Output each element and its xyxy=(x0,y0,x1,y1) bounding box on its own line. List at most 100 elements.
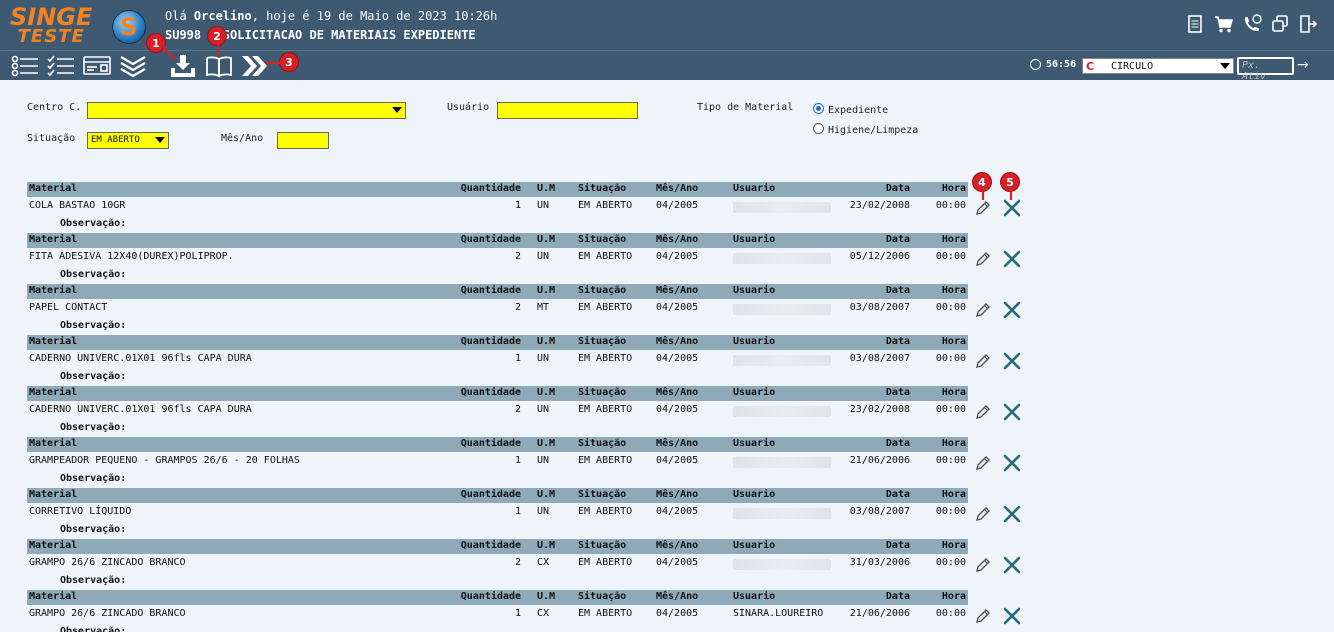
cell-material: CORRETIVO LÍQUIDO xyxy=(29,506,132,517)
delete-x-icon[interactable] xyxy=(1003,403,1021,421)
cell-um: UN xyxy=(537,506,550,517)
cell-quantidade: 1 xyxy=(514,455,521,466)
delete-x-icon[interactable] xyxy=(1003,607,1021,625)
cell-hora: 00:00 xyxy=(935,404,966,415)
table-header: Material Quantidade U.M Situação Mês/Ano… xyxy=(27,437,968,452)
cell-material: GRAMPO 26/6 ZINCADO BRANCO xyxy=(29,557,186,568)
col-mesano: Mês/Ano xyxy=(656,540,699,551)
delete-x-icon[interactable] xyxy=(1003,199,1021,217)
centro-select[interactable] xyxy=(87,102,406,119)
col-hora: Hora xyxy=(941,489,966,500)
col-quantidade: Quantidade xyxy=(460,336,521,347)
table-row: GRAMPO 26/6 ZINCADO BRANCO 1 CX EM ABERT… xyxy=(27,607,968,623)
delete-x-icon[interactable] xyxy=(1003,505,1021,523)
cell-mesano: 04/2005 xyxy=(656,302,699,313)
col-material: Material xyxy=(29,591,78,602)
cell-situacao: EM ABERTO xyxy=(578,302,633,313)
col-material: Material xyxy=(29,336,78,347)
edit-pencil-icon[interactable] xyxy=(974,556,992,574)
edit-pencil-icon[interactable] xyxy=(974,352,992,370)
col-usuario: Usuario xyxy=(733,489,776,500)
col-hora: Hora xyxy=(941,438,966,449)
cell-data: 03/08/2007 xyxy=(849,302,910,313)
table-row: PAPEL CONTACT 2 MT EM ABERTO 04/2005 03/… xyxy=(27,301,968,317)
col-um: U.M xyxy=(537,438,556,449)
col-um: U.M xyxy=(537,540,556,551)
col-mesano: Mês/Ano xyxy=(656,285,699,296)
col-mesano: Mês/Ano xyxy=(656,336,699,347)
go-arrow-icon[interactable]: → xyxy=(1297,57,1309,73)
logo-line2: TESTE xyxy=(17,26,85,47)
cell-um: UN xyxy=(537,200,550,211)
col-mesano: Mês/Ano xyxy=(656,387,699,398)
phone-chat-icon[interactable] xyxy=(1242,14,1262,34)
centro-label: Centro C. xyxy=(27,102,82,113)
cell-mesano: 04/2005 xyxy=(656,200,699,211)
col-data: Data xyxy=(885,591,910,602)
edit-pencil-icon[interactable] xyxy=(974,403,992,421)
cell-data: 03/08/2007 xyxy=(849,506,910,517)
cell-um: UN xyxy=(537,251,550,262)
col-mesano: Mês/Ano xyxy=(656,489,699,500)
col-um: U.M xyxy=(537,336,556,347)
list-view-icon[interactable] xyxy=(10,54,40,78)
cell-mesano: 04/2005 xyxy=(656,455,699,466)
cell-quantidade: 1 xyxy=(514,353,521,364)
chevron-down-icon xyxy=(392,107,402,113)
cell-material: COLA BASTAO 10GR xyxy=(29,200,126,211)
col-usuario: Usuario xyxy=(733,336,776,347)
observacao-label: Observação: xyxy=(60,626,127,632)
company-select[interactable]: C CIRCULO xyxy=(1082,58,1234,74)
cell-material: PAPEL CONTACT xyxy=(29,302,108,313)
cell-usuario: SINARA.LOUREIRO xyxy=(733,608,824,619)
delete-x-icon[interactable] xyxy=(1003,250,1021,268)
tipo-label: Tipo de Material xyxy=(697,102,794,113)
edit-pencil-icon[interactable] xyxy=(974,250,992,268)
table-row: CADERNO UNIVERC.01X01 96fls CAPA DURA 2 … xyxy=(27,403,968,419)
table-header: Material Quantidade U.M Situação Mês/Ano… xyxy=(27,590,968,605)
delete-x-icon[interactable] xyxy=(1003,352,1021,370)
delete-x-icon[interactable] xyxy=(1003,556,1021,574)
col-data: Data xyxy=(885,234,910,245)
forward-icon[interactable] xyxy=(240,54,270,78)
cell-hora: 00:00 xyxy=(935,302,966,313)
edit-pencil-icon[interactable] xyxy=(974,301,992,319)
cart-icon[interactable] xyxy=(1214,14,1233,34)
radio-higiene[interactable] xyxy=(813,123,824,134)
edit-pencil-icon[interactable] xyxy=(974,454,992,472)
cell-hora: 00:00 xyxy=(935,557,966,568)
delete-x-icon[interactable] xyxy=(1003,454,1021,472)
col-situacao: Situação xyxy=(578,285,627,296)
observacao-label: Observação: xyxy=(60,320,127,331)
col-data: Data xyxy=(885,336,910,347)
col-usuario: Usuario xyxy=(733,591,776,602)
document-icon[interactable] xyxy=(1186,14,1204,34)
usuario-input[interactable] xyxy=(497,102,638,119)
radio-expediente[interactable] xyxy=(813,103,824,114)
checklist-icon[interactable] xyxy=(46,54,76,78)
situacao-select[interactable]: EM ABERTO xyxy=(87,132,169,149)
cell-material: GRAMPEADOR PEQUENO - GRAMPOS 26/6 - 20 F… xyxy=(29,455,300,466)
observacao-label: Observação: xyxy=(60,269,127,280)
col-quantidade: Quantidade xyxy=(460,489,521,500)
exit-icon[interactable] xyxy=(1298,14,1318,34)
mesano-input[interactable] xyxy=(277,132,329,149)
app-logo[interactable]: SINGE TESTE xyxy=(10,5,92,46)
col-material: Material xyxy=(29,540,78,551)
cell-situacao: EM ABERTO xyxy=(578,353,633,364)
delete-x-icon[interactable] xyxy=(1003,301,1021,319)
cell-hora: 00:00 xyxy=(935,506,966,517)
col-um: U.M xyxy=(537,183,556,194)
table-row: GRAMPEADOR PEQUENO - GRAMPOS 26/6 - 20 F… xyxy=(27,454,968,470)
cell-quantidade: 1 xyxy=(514,506,521,517)
col-usuario: Usuario xyxy=(733,183,776,194)
edit-pencil-icon[interactable] xyxy=(974,199,992,217)
form-card-icon[interactable] xyxy=(82,54,112,78)
next-activity-input[interactable]: Px. Ativ xyxy=(1237,57,1294,82)
collapse-down-icon[interactable] xyxy=(118,54,148,78)
copy-windows-icon[interactable] xyxy=(1270,14,1288,34)
cell-situacao: EM ABERTO xyxy=(578,608,633,619)
col-hora: Hora xyxy=(941,387,966,398)
edit-pencil-icon[interactable] xyxy=(974,607,992,625)
edit-pencil-icon[interactable] xyxy=(974,505,992,523)
